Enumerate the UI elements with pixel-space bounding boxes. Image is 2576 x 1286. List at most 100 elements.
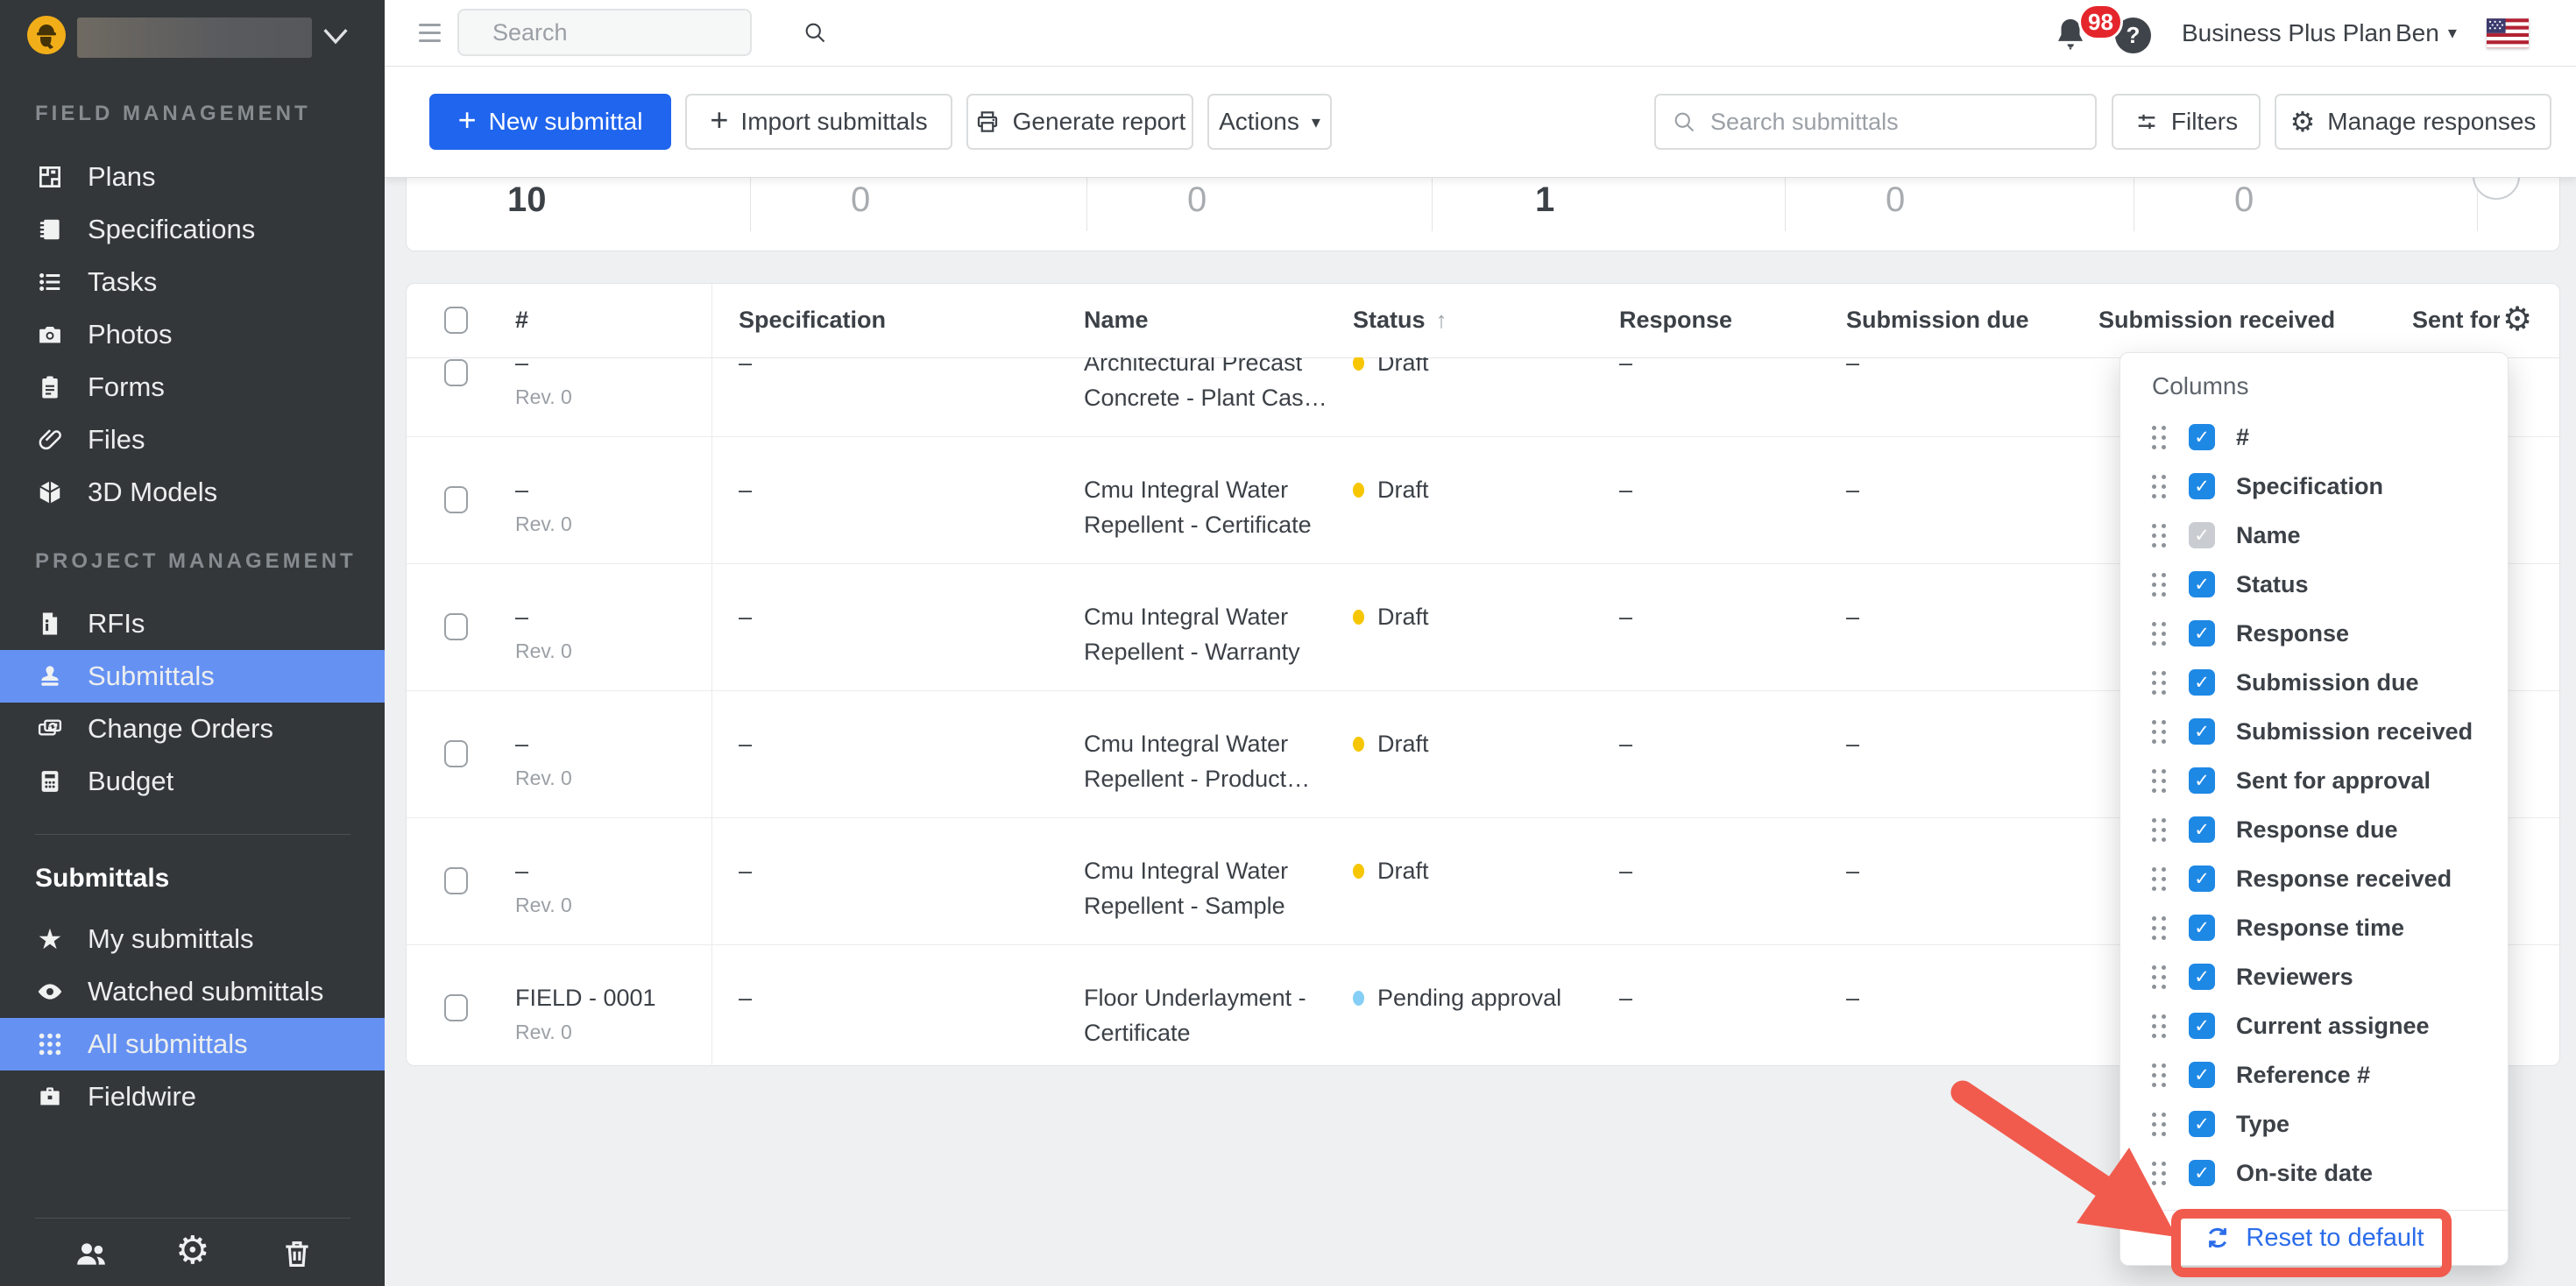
drag-handle-icon[interactable] <box>2152 1113 2156 1117</box>
column-header-name[interactable]: Name <box>1084 307 1149 334</box>
checkbox-checked[interactable]: ✓ <box>2189 915 2215 941</box>
checkbox-checked[interactable]: ✓ <box>2189 1013 2215 1039</box>
sidebar-item-photos[interactable]: Photos <box>0 308 385 361</box>
sidebar-item-change-orders[interactable]: Change Orders <box>0 703 385 755</box>
drag-handle-icon[interactable] <box>2152 1162 2156 1166</box>
drag-handle-icon[interactable] <box>2152 769 2156 774</box>
drag-handle-icon[interactable] <box>2152 1063 2156 1068</box>
row-checkbox[interactable] <box>444 867 468 894</box>
submission-due-cell: – <box>1846 986 1859 1010</box>
columns-menu-item-response-received[interactable]: ✓Response received <box>2120 854 2508 903</box>
sidebar-item-my-submittals[interactable]: ★ My submittals <box>0 913 385 965</box>
sidebar-item-3d-models[interactable]: 3D Models <box>0 466 385 519</box>
sidebar-item-watched-submittals[interactable]: Watched submittals <box>0 965 385 1018</box>
column-settings-gear-icon[interactable]: ⚙ <box>2502 303 2532 336</box>
columns-menu-item-submission-received[interactable]: ✓Submission received <box>2120 707 2508 756</box>
checkbox-checked[interactable]: ✓ <box>2189 718 2215 745</box>
checkbox-checked[interactable]: ✓ <box>2189 620 2215 647</box>
checkbox-checked[interactable]: ✓ <box>2189 424 2215 450</box>
drag-handle-icon[interactable] <box>2152 573 2156 577</box>
drag-handle-icon[interactable] <box>2152 671 2156 675</box>
drag-handle-icon[interactable] <box>2152 916 2156 921</box>
columns-menu-item-on-site-date[interactable]: ✓On-site date <box>2120 1148 2508 1198</box>
sidebar-item-files[interactable]: Files <box>0 413 385 466</box>
column-header-status[interactable]: Status↑ <box>1353 307 1447 334</box>
columns-menu-item-sent-for-approval[interactable]: ✓Sent for approval <box>2120 756 2508 805</box>
columns-menu-item-specification[interactable]: ✓Specification <box>2120 462 2508 511</box>
drag-handle-icon[interactable] <box>2152 1014 2156 1019</box>
new-submittal-button[interactable]: + New submittal <box>429 94 671 150</box>
people-icon[interactable] <box>74 1237 109 1272</box>
checkbox-checked[interactable]: ✓ <box>2189 816 2215 843</box>
row-checkbox[interactable] <box>444 486 468 513</box>
columns-menu-item-current-assignee[interactable]: ✓Current assignee <box>2120 1001 2508 1050</box>
search-submittals-input[interactable] <box>1709 108 2095 137</box>
column-header-submission-due[interactable]: Submission due <box>1846 307 2029 334</box>
language-flag-icon[interactable] <box>2487 18 2529 48</box>
checkbox-checked[interactable]: ✓ <box>2189 1160 2215 1186</box>
specification-cell: – <box>739 357 752 375</box>
notification-count-badge[interactable]: 98 <box>2078 4 2123 40</box>
checkbox-checked[interactable]: ✓ <box>2189 669 2215 696</box>
project-switcher[interactable] <box>0 0 385 70</box>
columns-menu-item-response-due[interactable]: ✓Response due <box>2120 805 2508 854</box>
drag-handle-icon[interactable] <box>2152 622 2156 626</box>
drag-handle-icon[interactable] <box>2152 475 2156 479</box>
row-checkbox[interactable] <box>444 740 468 767</box>
columns-menu-item-reference[interactable]: ✓Reference # <box>2120 1050 2508 1099</box>
filters-button[interactable]: Filters <box>2112 94 2261 150</box>
row-checkbox[interactable] <box>444 359 468 386</box>
checkbox-checked[interactable]: ✓ <box>2189 767 2215 794</box>
user-menu[interactable]: Ben ▾ <box>2396 0 2457 66</box>
stats-nav-circle-button[interactable] <box>2473 177 2520 200</box>
checkbox-checked[interactable]: ✓ <box>2189 473 2215 499</box>
row-checkbox[interactable] <box>444 613 468 640</box>
import-submittals-button[interactable]: + Import submittals <box>685 94 952 150</box>
chevron-down-icon[interactable] <box>321 26 350 46</box>
row-checkbox[interactable] <box>444 994 468 1021</box>
columns-menu-item-submission-due[interactable]: ✓Submission due <box>2120 658 2508 707</box>
sidebar-item-all-submittals[interactable]: All submittals <box>0 1018 385 1070</box>
drag-handle-icon[interactable] <box>2152 524 2156 528</box>
hamburger-menu-icon[interactable] <box>419 24 441 47</box>
sidebar-item-submittals[interactable]: Submittals <box>0 650 385 703</box>
columns-menu-item-response[interactable]: ✓Response <box>2120 609 2508 658</box>
manage-responses-button[interactable]: ⚙ Manage responses <box>2275 94 2551 150</box>
drag-handle-icon[interactable] <box>2152 818 2156 823</box>
sidebar-item-plans[interactable]: Plans <box>0 151 385 203</box>
sidebar-item-budget[interactable]: Budget <box>0 755 385 808</box>
drag-handle-icon[interactable] <box>2152 426 2156 430</box>
drag-handle-icon[interactable] <box>2152 867 2156 872</box>
sidebar-item-specifications[interactable]: Specifications <box>0 203 385 256</box>
sidebar-item-tasks[interactable]: Tasks <box>0 256 385 308</box>
column-header-number[interactable]: # <box>515 307 528 334</box>
sidebar-item-forms[interactable]: Forms <box>0 361 385 413</box>
columns-menu-item-number[interactable]: ✓# <box>2120 413 2508 462</box>
checkbox-checked[interactable]: ✓ <box>2189 866 2215 892</box>
columns-menu-item-status[interactable]: ✓Status <box>2120 560 2508 609</box>
actions-dropdown-button[interactable]: Actions ▾ <box>1207 94 1332 150</box>
column-header-specification[interactable]: Specification <box>739 307 886 334</box>
global-search-input[interactable] <box>459 19 803 46</box>
settings-gear-icon[interactable]: ⚙ <box>175 1232 209 1270</box>
checkbox-checked[interactable]: ✓ <box>2189 571 2215 597</box>
column-header-sent-for-approval[interactable]: Sent for approval <box>2412 307 2500 334</box>
checkbox-checked[interactable]: ✓ <box>2189 964 2215 990</box>
checkbox-checked[interactable]: ✓ <box>2189 1111 2215 1137</box>
submittal-number: – <box>515 731 528 757</box>
columns-menu-item-type[interactable]: ✓Type <box>2120 1099 2508 1148</box>
column-header-submission-received[interactable]: Submission received <box>2098 307 2335 334</box>
select-all-checkbox[interactable] <box>444 307 468 334</box>
columns-menu-item-name[interactable]: ✓Name <box>2120 511 2508 560</box>
trash-icon[interactable] <box>280 1237 314 1270</box>
drag-handle-icon[interactable] <box>2152 720 2156 724</box>
sidebar-item-rfis[interactable]: RFIs <box>0 597 385 650</box>
columns-menu-item-response-time[interactable]: ✓Response time <box>2120 903 2508 952</box>
generate-report-button[interactable]: Generate report <box>966 94 1193 150</box>
drag-handle-icon[interactable] <box>2152 965 2156 970</box>
sidebar-item-label: Watched submittals <box>88 976 323 1007</box>
checkbox-checked[interactable]: ✓ <box>2189 1062 2215 1088</box>
column-header-response[interactable]: Response <box>1619 307 1732 334</box>
columns-menu-item-reviewers[interactable]: ✓Reviewers <box>2120 952 2508 1001</box>
sidebar-item-fieldwire[interactable]: Fieldwire <box>0 1070 385 1123</box>
